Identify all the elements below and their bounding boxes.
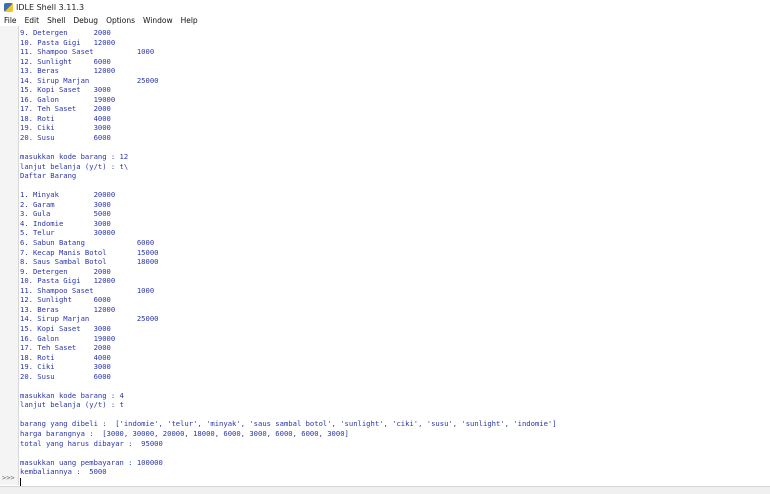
shell-line: 20. Susu 6000 [20, 133, 111, 143]
shell-output[interactable]: 9. Detergen 2000 10. Pasta Gigi 12000 11. … [20, 28, 768, 487]
input-line[interactable] [20, 477, 768, 487]
shell-line: 9. Detergen 2000 [20, 266, 111, 276]
shell-line: 12. Sunlight 6000 [20, 56, 111, 66]
shell-line: 2. Garam 3000 [20, 199, 111, 209]
shell-line: 16. Galon 19000 [20, 333, 116, 343]
shell-line: 20. Susu 6000 [20, 371, 111, 381]
shell-line: 17. Teh Saset 2000 [20, 343, 111, 353]
shell-line: 12. Sunlight 6000 [20, 295, 111, 305]
shell-line: 13. Beras 12000 [20, 304, 116, 314]
shell-line: 14. Sirup Marjan 25000 [20, 75, 159, 85]
shell-line: 11. Shampoo Saset 1000 [20, 47, 155, 57]
shell-line: 13. Beras 12000 [20, 66, 116, 76]
shell-line: barang yang dibeli : ['indomie', 'telur'… [20, 419, 557, 429]
shell-line: 10. Pasta Gigi 12000 [20, 37, 116, 47]
menu-help[interactable]: Help [177, 16, 202, 25]
shell-line: total yang harus dibayar : 95000 [20, 438, 163, 448]
menu-shell[interactable]: Shell [43, 16, 69, 25]
shell-line: lanjut belanja (y/t) : t [20, 400, 124, 410]
menu-options[interactable]: Options [102, 16, 139, 25]
shell-line: 19. Ciki 3000 [20, 362, 111, 372]
shell-line: 19. Ciki 3000 [20, 123, 111, 133]
title-bar: IDLE Shell 3.11.3 [0, 0, 770, 14]
shell-line: masukkan kode barang : 12 [20, 152, 129, 162]
shell-prompt: >>> [2, 474, 15, 482]
shell-line: 18. Roti 4000 [20, 113, 111, 123]
shell-line: 3. Gula 5000 [20, 209, 111, 219]
idle-app-icon [4, 2, 13, 12]
shell-line: harga barangnya : [3000, 30000, 20000, 1… [20, 428, 349, 438]
shell-line: 6. Sabun Batang 6000 [20, 238, 155, 248]
shell-line: masukkan uang pembayaran : 100000 [20, 457, 163, 467]
menu-debug[interactable]: Debug [69, 16, 102, 25]
shell-line: Daftar Barang [20, 171, 77, 181]
shell-line: masukkan kode barang : 4 [20, 390, 124, 400]
shell-line: 14. Sirup Marjan 25000 [20, 314, 159, 324]
menu-edit[interactable]: Edit [21, 16, 44, 25]
shell-line: lanjut belanja (y/t) : t\ [20, 161, 129, 171]
window-title: IDLE Shell 3.11.3 [16, 2, 85, 12]
shell-line: 7. Kecap Manis Botol 15000 [20, 247, 159, 257]
menu-window[interactable]: Window [139, 16, 177, 25]
shell-line: kembaliannya : 5000 [20, 467, 107, 477]
prompt-gutter: >>> [0, 26, 19, 485]
shell-line: 8. Saus Sambal Botol 18000 [20, 257, 159, 267]
shell-line: 11. Shampoo Saset 1000 [20, 285, 155, 295]
text-cursor [20, 477, 21, 486]
shell-line: 4. Indomie 3000 [20, 218, 111, 228]
shell-line: 1. Minyak 20000 [20, 190, 116, 200]
shell-line: 16. Galon 19000 [20, 94, 116, 104]
shell-line: 15. Kopi Saset 3000 [20, 323, 111, 333]
menu-file[interactable]: File [0, 16, 21, 25]
menu-bar: File Edit Shell Debug Options Window Hel… [0, 14, 770, 26]
shell-line: 10. Pasta Gigi 12000 [20, 276, 116, 286]
shell-line: 18. Roti 4000 [20, 352, 111, 362]
shell-line: 17. Teh Saset 2000 [20, 104, 111, 114]
shell-line: 9. Detergen 2000 [20, 28, 111, 37]
shell-line: 15. Kopi Saset 3000 [20, 85, 111, 95]
shell-line: 5. Telur 30000 [20, 228, 116, 238]
